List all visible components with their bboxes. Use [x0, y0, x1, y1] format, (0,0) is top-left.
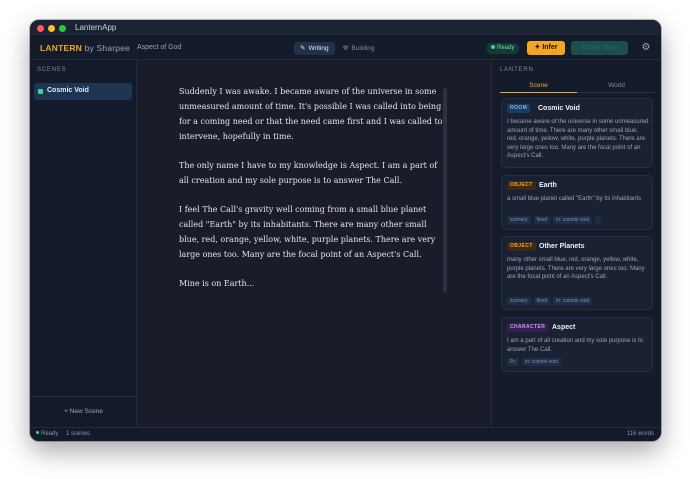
tag — [595, 216, 602, 224]
entity-tags: Pc in: cosmic-void — [507, 358, 561, 366]
tab-world[interactable]: World — [578, 79, 655, 93]
editor-text[interactable]: Suddenly I was awake. I became aware of … — [179, 84, 445, 305]
new-scene-button[interactable]: + New Scene — [30, 396, 137, 427]
lantern-panel: LANTERN Scene World ROOM Cosmic Void I b… — [491, 60, 661, 427]
tag: in: cosmic-void — [553, 216, 593, 224]
sparkle-icon: ✦ — [534, 44, 541, 51]
entity-description: a small blue planet called "Earth" by it… — [507, 196, 642, 202]
entity-title: Cosmic Void — [538, 105, 580, 112]
tag: scenery — [507, 216, 531, 224]
sidebar-item-cosmic-void[interactable]: Cosmic Void — [34, 83, 132, 100]
window-title: LanternApp — [75, 23, 117, 32]
entity-type-badge: ROOM — [507, 104, 531, 113]
status-badge-label: Ready — [497, 45, 515, 51]
title-bar: LanternApp — [30, 20, 661, 37]
entity-tags: scenery fixed in: cosmic-void — [507, 216, 602, 224]
word-count: 116 words — [626, 431, 654, 437]
status-dot-icon — [491, 44, 495, 49]
panel-heading: LANTERN — [500, 67, 534, 73]
tag: in: cosmic-void — [553, 297, 593, 305]
editor-paragraph: Suddenly I was awake. I became aware of … — [179, 87, 443, 141]
entity-title: Other Planets — [539, 243, 585, 250]
status-bar: Ready 1 scenes 116 words — [30, 427, 661, 441]
tag: Pc — [507, 358, 519, 366]
sidebar-item-label: Cosmic Void — [47, 87, 89, 94]
brand-logo: LANTERN by Sharpee — [40, 43, 130, 53]
infer-button[interactable]: ✦ Infer — [527, 41, 565, 55]
tab-writing[interactable]: ✎ Writing — [294, 42, 335, 55]
editor-paragraph: I feel The Call's gravity well coming fr… — [179, 205, 436, 259]
export-button[interactable]: Export Story — [571, 41, 628, 55]
brand-byline: by Sharpee — [84, 43, 131, 53]
entity-card-object[interactable]: OBJECT Other Planets many other small bl… — [501, 236, 653, 310]
entity-type-badge: OBJECT — [507, 181, 536, 190]
editor-paragraph: The only name I have to my knowledge is … — [179, 161, 438, 185]
entity-description: I am a part of all creation and my sole … — [507, 338, 644, 353]
status-ready-label: Ready — [41, 431, 59, 437]
panel-tabs: Scene World — [500, 79, 655, 93]
document-title[interactable]: Aspect of God — [137, 44, 181, 51]
entity-description: I became aware of the universe in some u… — [507, 119, 649, 159]
gear-icon[interactable]: ⚙ — [640, 42, 652, 54]
entity-title: Aspect — [552, 324, 576, 331]
entity-card-object[interactable]: OBJECT Earth a small blue planet called … — [501, 175, 653, 230]
scene-status-icon — [38, 89, 43, 94]
maximize-window-button[interactable] — [59, 25, 66, 32]
pencil-icon: ✎ — [300, 45, 306, 52]
scene-count: 1 scenes — [66, 431, 91, 437]
entity-type-badge: OBJECT — [507, 242, 536, 251]
entity-tags: scenery fixed in: cosmic-void — [507, 297, 593, 305]
brand-name: LANTERN — [40, 43, 83, 53]
tab-scene[interactable]: Scene — [500, 79, 577, 93]
entity-type-badge: CHARACTER — [507, 323, 549, 332]
entity-description: many other small blue, red, orange, yell… — [507, 257, 645, 280]
editor-paragraph: Mine is on Earth... — [179, 279, 255, 288]
status-ready: Ready — [36, 431, 58, 437]
entity-title: Earth — [539, 182, 557, 189]
tab-building-label: Building — [351, 45, 375, 52]
scenes-sidebar: SCENES Cosmic Void + New Scene — [30, 60, 137, 427]
status-dot-icon — [36, 431, 39, 434]
tab-writing-label: Writing — [308, 45, 329, 52]
editor-scrollbar[interactable] — [443, 88, 447, 293]
tag: fixed — [533, 216, 551, 224]
tag: fixed — [533, 297, 551, 305]
close-window-button[interactable] — [37, 25, 44, 32]
status-badge: Ready — [486, 43, 520, 54]
tag: in: cosmic-void — [521, 358, 561, 366]
app-window: LanternApp LANTERN by Sharpee Aspect of … — [30, 20, 661, 441]
infer-button-label: Infer — [542, 44, 558, 51]
hammer-icon: ⚒ — [342, 45, 349, 52]
sidebar-heading: SCENES — [37, 67, 67, 73]
tab-building[interactable]: ⚒ Building — [337, 42, 381, 55]
toolbar: LANTERN by Sharpee Aspect of God ✎ Writi… — [30, 37, 661, 60]
entity-card-character[interactable]: CHARACTER Aspect I am a part of all crea… — [501, 317, 653, 372]
minimize-window-button[interactable] — [48, 25, 55, 32]
mode-tabs: ✎ Writing ⚒ Building — [294, 42, 381, 55]
tag: scenery — [507, 297, 531, 305]
editor-pane[interactable]: Suddenly I was awake. I became aware of … — [137, 60, 491, 427]
entity-card-room[interactable]: ROOM Cosmic Void I became aware of the u… — [501, 98, 653, 168]
